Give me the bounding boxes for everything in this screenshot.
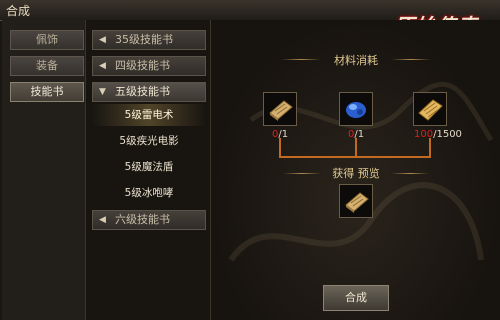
recipe-tree: ◀ 35级技能书 ◀ 四级技能书 ▼ 五级技能书 5级雷电术 5级疾光电影 5级… <box>86 20 211 320</box>
connector-line <box>279 138 281 158</box>
tree-group-label: 四级技能书 <box>115 59 170 72</box>
tree-group-level6[interactable]: ◀ 六级技能书 <box>92 210 206 230</box>
recipe-item-magic-shield[interactable]: 5级魔法盾 <box>92 156 206 178</box>
window-title: 合成 <box>6 4 31 18</box>
craft-button[interactable]: 合成 <box>323 285 389 311</box>
collapsed-arrow-icon: ◀ <box>99 61 106 71</box>
section-divider <box>391 173 429 174</box>
category-tab-equipment[interactable]: 装备 <box>10 56 84 76</box>
expanded-arrow-icon: ▼ <box>99 87 106 97</box>
recipe-item-ice-roar[interactable]: 5级冰咆哮 <box>92 182 206 204</box>
result-slot[interactable] <box>339 184 373 218</box>
tree-group-35[interactable]: ◀ 35级技能书 <box>92 30 206 50</box>
book-icon <box>269 100 293 121</box>
result-title: 获得 预览 <box>332 167 380 180</box>
collapsed-arrow-icon: ◀ <box>99 35 106 45</box>
section-divider <box>281 59 321 60</box>
blue-gem-icon <box>346 102 366 118</box>
gold-book-icon <box>418 99 443 121</box>
section-divider <box>391 59 431 60</box>
tree-group-label: 六级技能书 <box>115 213 170 226</box>
book-icon <box>345 192 369 213</box>
materials-title: 材料消耗 <box>334 54 378 67</box>
category-tab-accessory[interactable]: 佩饰 <box>10 30 84 50</box>
collapsed-arrow-icon: ◀ <box>99 215 106 225</box>
section-divider <box>283 173 321 174</box>
craft-panel: 材料消耗 0/1 0/1 100/1500 获得 预览 合成 <box>211 20 500 320</box>
category-column: 佩饰 装备 技能书 <box>2 20 86 320</box>
material-slot-2[interactable]: 0/1 <box>339 92 373 140</box>
tree-group-level5[interactable]: ▼ 五级技能书 <box>92 82 206 102</box>
tree-group-label: 五级技能书 <box>115 85 170 98</box>
category-tab-skillbook[interactable]: 技能书 <box>10 82 84 102</box>
material-slot-1[interactable]: 0/1 <box>263 92 297 140</box>
connector-line <box>355 138 357 158</box>
tree-group-label: 35级技能书 <box>115 33 173 46</box>
recipe-item-flash[interactable]: 5级疾光电影 <box>92 130 206 152</box>
tree-group-level4[interactable]: ◀ 四级技能书 <box>92 56 206 76</box>
recipe-item-lightning[interactable]: 5级雷电术 <box>92 104 206 126</box>
connector-line <box>429 138 431 158</box>
material-slot-3[interactable]: 100/1500 <box>413 92 462 140</box>
connector-line <box>279 156 431 158</box>
